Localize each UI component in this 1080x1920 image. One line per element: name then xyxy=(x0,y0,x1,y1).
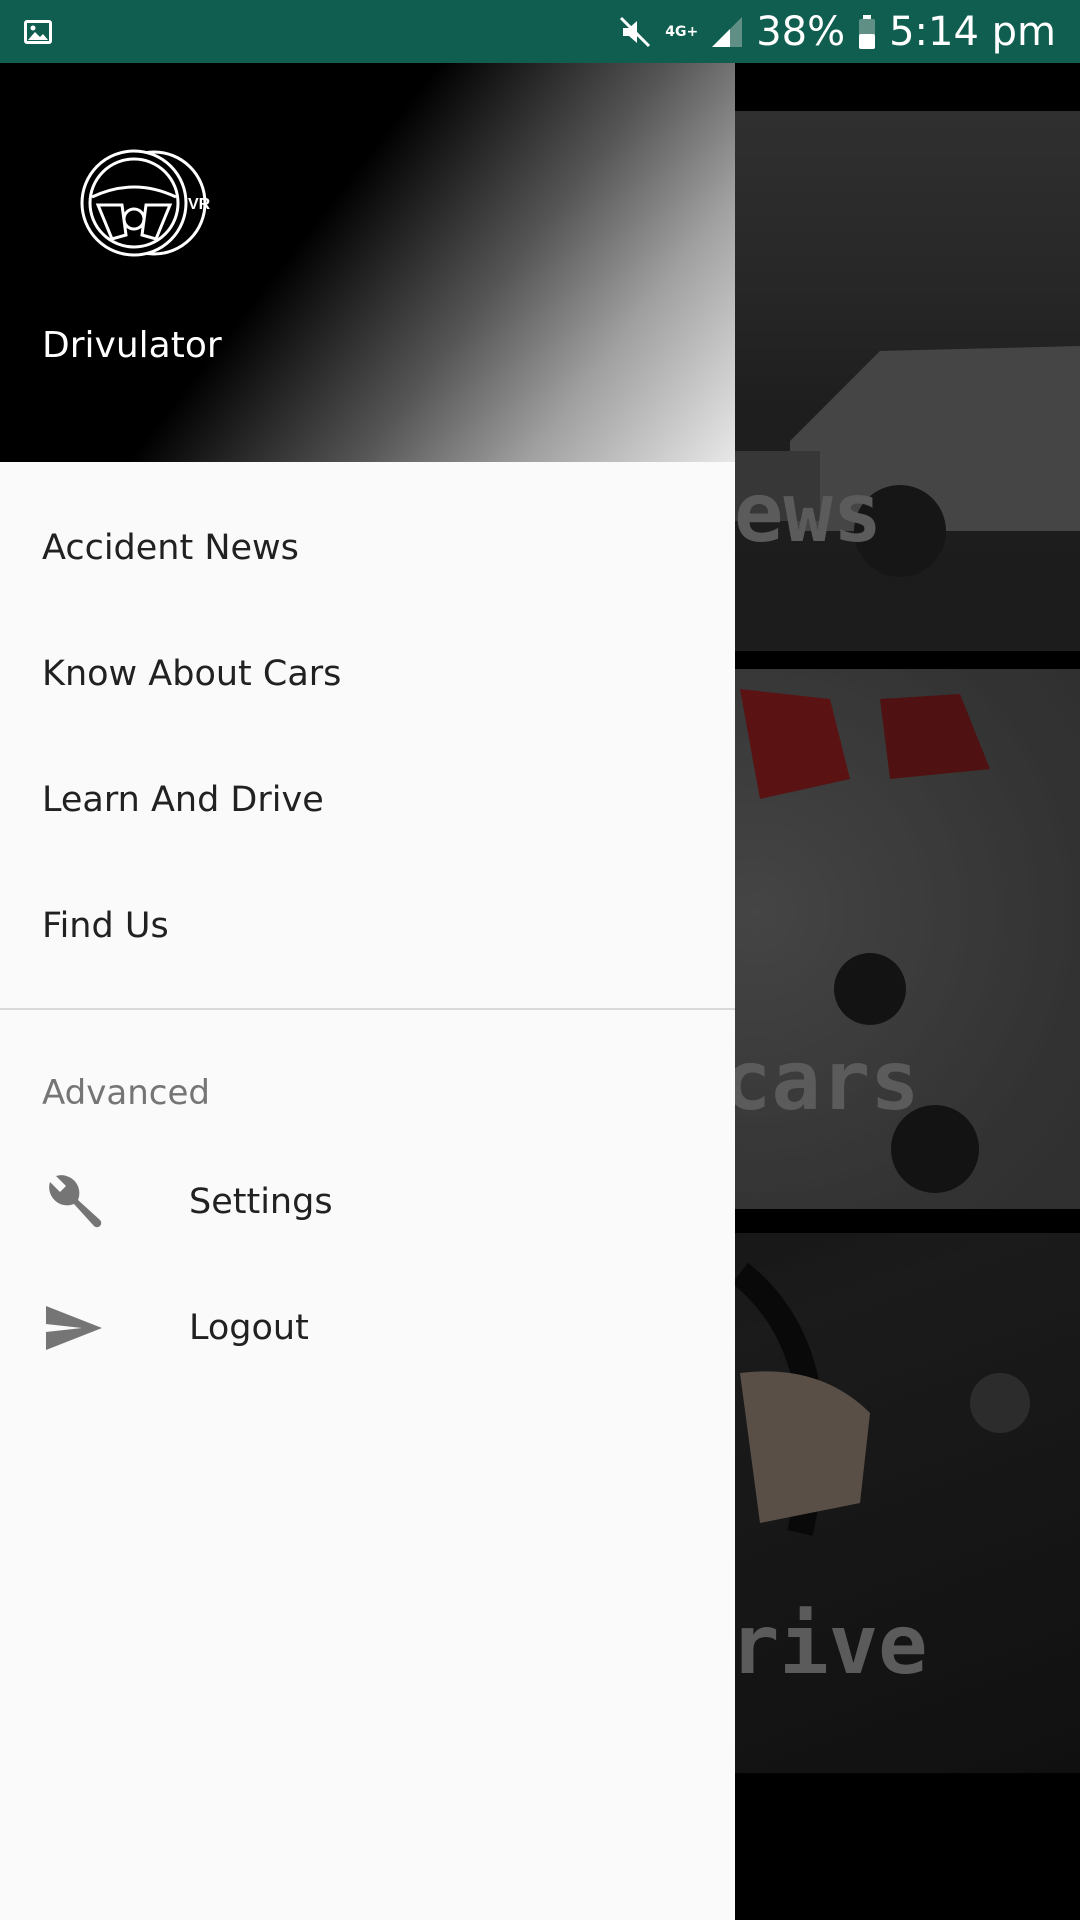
screen: 4G+ 38% 5:14 pm ews cars rive VR Drivula… xyxy=(0,0,1080,1920)
menu-item-logout[interactable]: Logout xyxy=(42,1296,692,1366)
steering-wheel-vr-logo: VR xyxy=(80,149,211,257)
mute-icon xyxy=(620,16,651,47)
menu-item-learn-and-drive[interactable]: Learn And Drive xyxy=(42,780,324,820)
navigation-drawer: VR Drivulator Accident News Know About C… xyxy=(0,63,735,1920)
battery-icon xyxy=(859,14,876,49)
clock: 5:14 pm xyxy=(889,8,1056,55)
menu-item-find-us[interactable]: Find Us xyxy=(42,906,169,946)
app-name: Drivulator xyxy=(42,325,222,366)
wrench-icon xyxy=(49,1175,102,1228)
battery-percent: 38% xyxy=(756,8,846,55)
divider xyxy=(0,1008,735,1010)
menu-item-accident-news[interactable]: Accident News xyxy=(42,528,299,568)
status-right: 4G+ 38% 5:14 pm xyxy=(617,9,1056,55)
gallery-icon xyxy=(24,19,52,44)
menu-item-know-about-cars[interactable]: Know About Cars xyxy=(42,654,341,694)
svg-text:VR: VR xyxy=(188,196,211,213)
signal-icon xyxy=(712,16,743,47)
status-bar: 4G+ 38% 5:14 pm xyxy=(0,0,1080,63)
settings-label: Settings xyxy=(189,1182,333,1222)
menu-item-settings[interactable]: Settings xyxy=(42,1170,692,1240)
drawer-header: VR Drivulator xyxy=(0,63,735,462)
section-label-advanced: Advanced xyxy=(42,1073,210,1113)
status-left xyxy=(22,16,54,48)
logout-label: Logout xyxy=(189,1308,309,1348)
send-icon xyxy=(46,1306,102,1350)
network-type: 4G+ xyxy=(665,23,699,40)
